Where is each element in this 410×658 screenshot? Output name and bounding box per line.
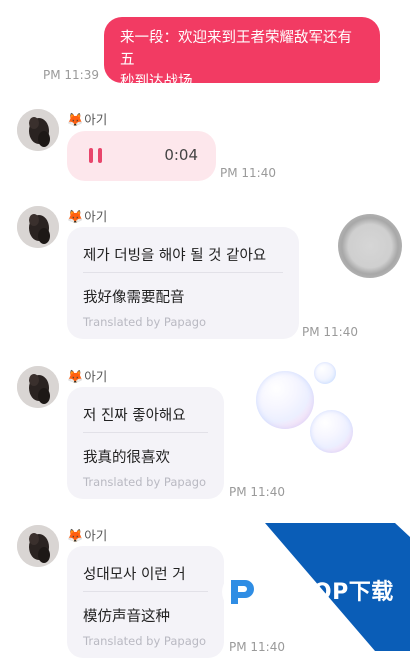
voice-duration: 0:04	[164, 146, 198, 164]
outgoing-message-time: PM 11:39	[43, 68, 99, 82]
fox-emoji-icon: 🦊	[67, 529, 84, 544]
sender-name: 🦊아기	[67, 206, 107, 225]
avatar-image	[17, 206, 59, 248]
avatar[interactable]	[17, 109, 59, 151]
original-text: 성대모사 이런 거	[83, 567, 186, 583]
avatar[interactable]	[17, 366, 59, 408]
fox-emoji-icon: 🦊	[67, 210, 84, 225]
avatar[interactable]	[17, 525, 59, 567]
divider	[83, 272, 283, 273]
sender-name-text: 아기	[84, 528, 108, 543]
watermark-subtitle: PCPOP Download	[264, 600, 332, 608]
translated-text: 我好像需要配音	[83, 290, 185, 306]
avatar-image	[17, 109, 59, 151]
sender-name-text: 아기	[84, 209, 108, 224]
message-time: PM 11:40	[220, 166, 276, 180]
original-text: 저 진짜 좋아해요	[83, 408, 186, 424]
translated-message-card[interactable]: 제가 더빙을 해야 될 것 같아요 我好像需要配音 Translated by …	[67, 227, 299, 339]
floating-button[interactable]	[338, 214, 402, 278]
outgoing-message-bubble[interactable]: 来一段：欢迎来到王者荣耀敌军还有五 秒到达战场	[104, 17, 380, 90]
sender-name: 🦊아기	[67, 109, 107, 128]
translated-message-card[interactable]: 성대모사 이런 거 模仿声音这种 Translated by Papago	[67, 546, 224, 658]
message-time: PM 11:40	[302, 325, 358, 339]
original-text: 제가 더빙을 해야 될 것 같아요	[83, 248, 267, 264]
message-time: PM 11:40	[229, 485, 285, 499]
translated-text: 我真的很喜欢	[83, 450, 170, 466]
avatar-image	[17, 366, 59, 408]
translation-credit: Translated by Papago	[83, 634, 207, 648]
outgoing-message-text-line1: 来一段：欢迎来到王者荣耀敌军还有五	[120, 30, 352, 68]
translation-credit: Translated by Papago	[83, 475, 207, 489]
fox-emoji-icon: 🦊	[67, 370, 84, 385]
translated-message-card[interactable]: 저 진짜 좋아해요 我真的很喜欢 Translated by Papago	[67, 387, 224, 499]
voice-message[interactable]: 0:04	[67, 131, 216, 181]
divider	[83, 591, 208, 592]
sender-name: 🦊아기	[67, 366, 107, 385]
fox-emoji-icon: 🦊	[67, 113, 84, 128]
outgoing-message-text-line2: 秒到达战场	[120, 74, 193, 90]
sender-name-text: 아기	[84, 369, 108, 384]
avatar[interactable]	[17, 206, 59, 248]
pcpop-logo-icon	[221, 572, 261, 612]
sender-name: 🦊아기	[67, 525, 107, 544]
divider	[83, 432, 208, 433]
translation-credit: Translated by Papago	[83, 315, 207, 329]
pause-icon[interactable]	[89, 131, 105, 181]
avatar-image	[17, 525, 59, 567]
translated-text: 模仿声音这种	[83, 609, 170, 625]
sender-name-text: 아기	[84, 112, 108, 127]
